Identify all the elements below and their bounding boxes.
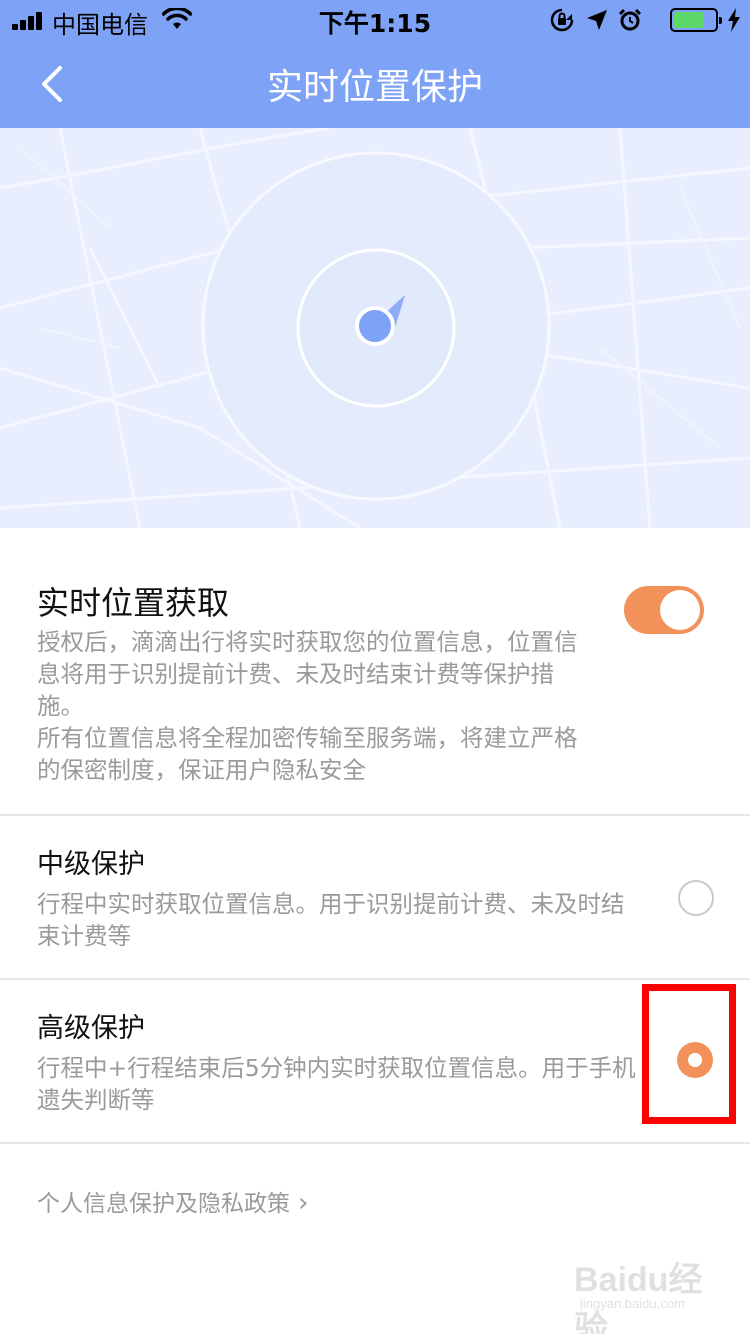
highlight-box bbox=[642, 984, 736, 1124]
description-line: 息将用于识别提前计费、未及时结束计费等保护措 bbox=[37, 660, 554, 688]
description-line: 所有位置信息将全程加密传输至服务端，将建立严格 bbox=[37, 724, 578, 752]
description-line: 的保密制度，保证用户隐私安全 bbox=[37, 756, 366, 784]
realtime-location-description: 授权后，滴滴出行将实时获取您的位置信息，位置信 息将用于识别提前计费、未及时结束… bbox=[37, 626, 597, 786]
watermark-logo: Baidu经验 bbox=[574, 1261, 703, 1334]
charging-icon bbox=[728, 8, 740, 32]
medium-protection-option[interactable]: 中级保护 行程中实时获取位置信息。用于识别提前计费、未及时结 束计费等 bbox=[0, 816, 750, 980]
description-line: 施。 bbox=[37, 692, 84, 720]
high-protection-description: 行程中+行程结束后5分钟内实时获取位置信息。用于手机 遗失判断等 bbox=[37, 1052, 647, 1116]
battery-icon bbox=[670, 8, 722, 32]
rotation-lock-icon bbox=[550, 8, 574, 32]
privacy-policy-label: 个人信息保护及隐私政策 bbox=[37, 1191, 290, 1217]
alarm-icon bbox=[618, 8, 642, 31]
toggle-knob bbox=[660, 590, 700, 630]
realtime-location-toggle[interactable] bbox=[624, 586, 704, 634]
status-icons bbox=[550, 6, 740, 34]
description-line: 行程中实时获取位置信息。用于识别提前计费、未及时结 bbox=[37, 890, 625, 918]
location-arrow-icon bbox=[587, 10, 607, 30]
status-bar: 中国电信 下午1:15 bbox=[0, 0, 750, 40]
privacy-policy-link[interactable]: 个人信息保护及隐私政策 › bbox=[37, 1184, 308, 1218]
watermark-url: jingyan.baidu.com bbox=[580, 1296, 685, 1311]
realtime-location-title: 实时位置获取 bbox=[37, 584, 230, 622]
baidu-watermark: Baidu经验 jingyan.baidu.com bbox=[574, 1252, 724, 1334]
description-line: 行程中+行程结束后5分钟内实时获取位置信息。用于手机 bbox=[37, 1054, 636, 1082]
medium-protection-radio[interactable] bbox=[678, 880, 714, 916]
medium-protection-description: 行程中实时获取位置信息。用于识别提前计费、未及时结 束计费等 bbox=[37, 888, 647, 952]
map-illustration bbox=[0, 128, 750, 528]
medium-protection-title: 中级保护 bbox=[37, 849, 145, 880]
high-protection-title: 高级保护 bbox=[37, 1013, 145, 1044]
top-bar: 中国电信 下午1:15 实时位置保护 bbox=[0, 0, 750, 128]
realtime-location-section: 实时位置获取 授权后，滴滴出行将实时获取您的位置信息，位置信 息将用于识别提前计… bbox=[0, 528, 750, 816]
description-line: 授权后，滴滴出行将实时获取您的位置信息，位置信 bbox=[37, 628, 578, 656]
page-title: 实时位置保护 bbox=[266, 67, 483, 108]
high-protection-option[interactable]: 高级保护 行程中+行程结束后5分钟内实时获取位置信息。用于手机 遗失判断等 bbox=[0, 980, 750, 1144]
chevron-right-icon: › bbox=[298, 1188, 309, 1218]
location-map-banner bbox=[0, 128, 750, 528]
description-line: 遗失判断等 bbox=[37, 1086, 155, 1114]
description-line: 束计费等 bbox=[37, 922, 131, 950]
